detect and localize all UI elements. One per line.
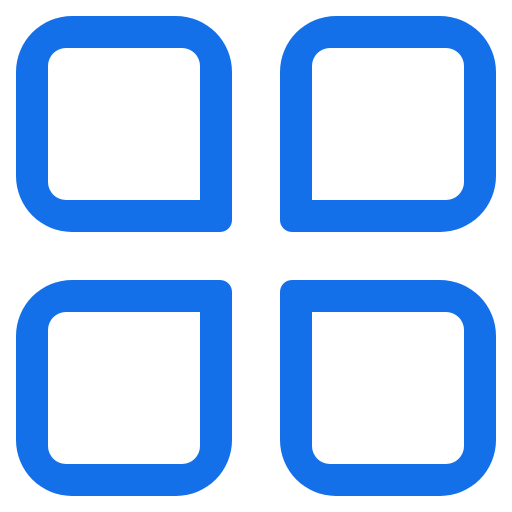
bottom-left-tile — [16, 280, 232, 496]
bottom-right-tile — [280, 280, 496, 496]
top-right-tile — [280, 16, 496, 232]
grid-view-icon — [16, 16, 496, 496]
icon-canvas — [0, 0, 512, 512]
top-left-tile — [16, 16, 232, 232]
